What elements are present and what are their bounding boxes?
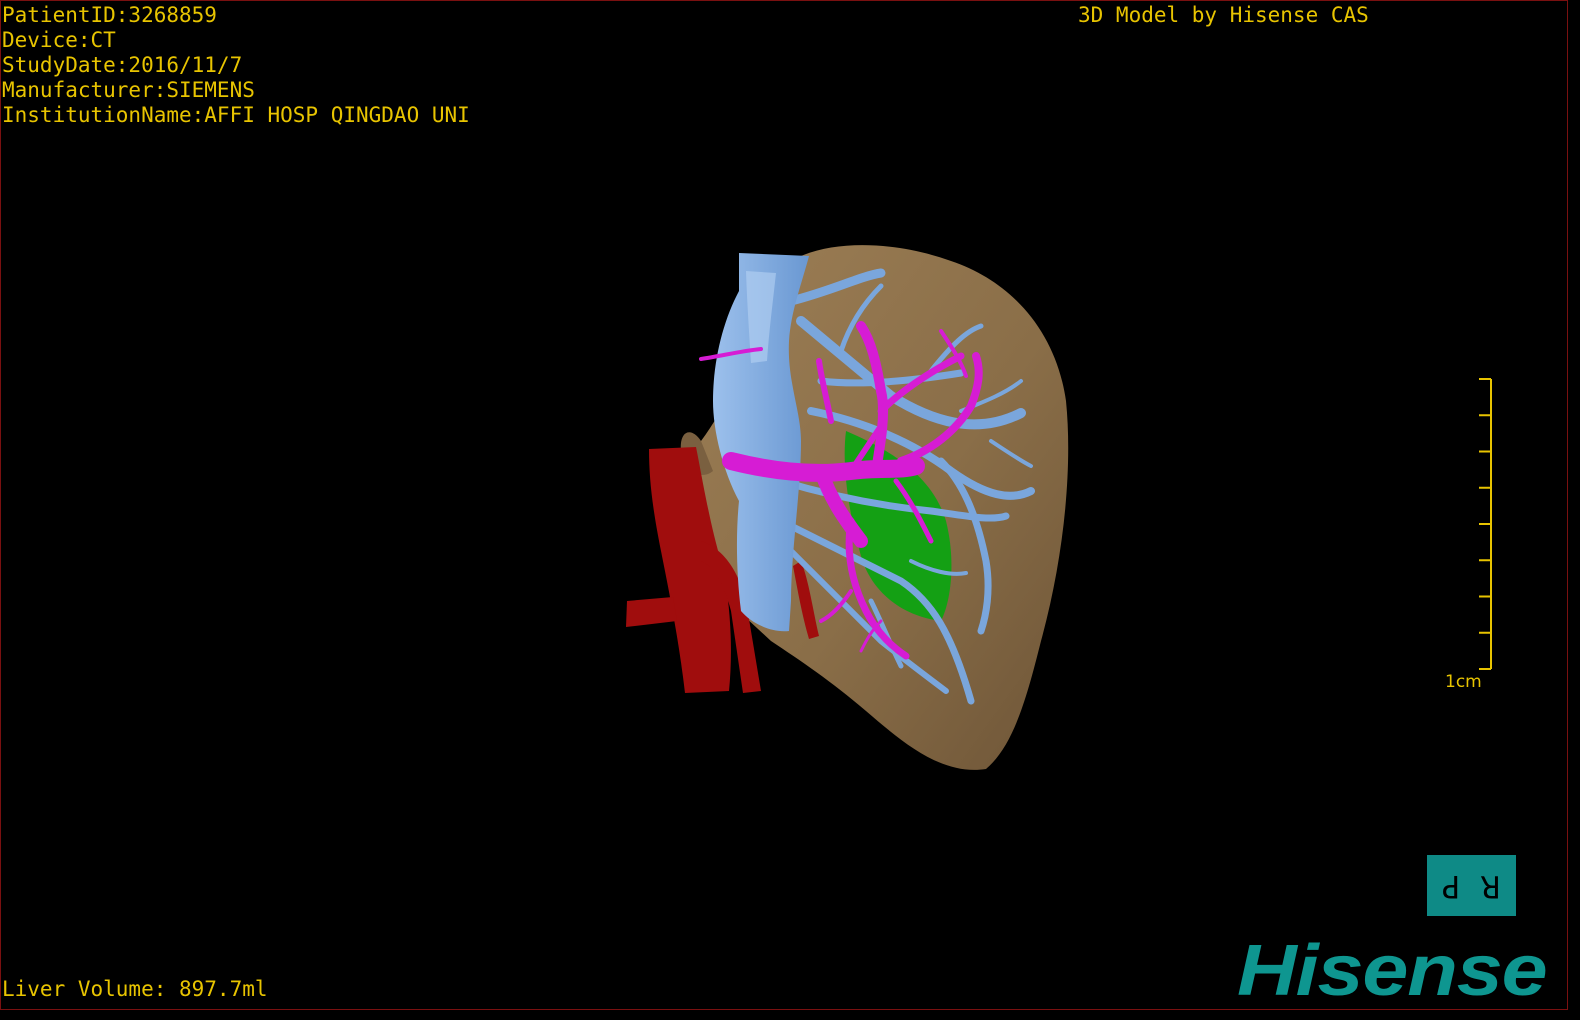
device: Device:CT [2, 28, 116, 52]
vendor-caption: 3D Model by Hisense CAS [1078, 3, 1369, 27]
institution-name: InstitutionName:AFFI HOSP QINGDAO UNI [2, 103, 470, 127]
scale-bar [1479, 378, 1492, 670]
scale-ticks [1479, 378, 1491, 670]
liver-3d-model[interactable] [1, 1, 1569, 1011]
orientation-cube[interactable]: P R [1427, 855, 1516, 916]
patient-id: PatientID:3268859 [2, 3, 217, 27]
3d-viewport[interactable]: PatientID:3268859 Device:CT StudyDate:20… [0, 0, 1568, 1010]
manufacturer: Manufacturer:SIEMENS [2, 78, 255, 102]
orientation-letter-posterior: P [1442, 868, 1461, 903]
hisense-logo: Hisense [1237, 931, 1548, 1011]
scale-label: 1cm [1445, 672, 1482, 692]
study-date: StudyDate:2016/11/7 [2, 53, 243, 77]
liver-volume: Liver Volume: 897.7ml [2, 977, 268, 1001]
dicom-info-panel: PatientID:3268859 Device:CT StudyDate:20… [2, 3, 470, 128]
orientation-letter-right: R [1480, 868, 1501, 903]
